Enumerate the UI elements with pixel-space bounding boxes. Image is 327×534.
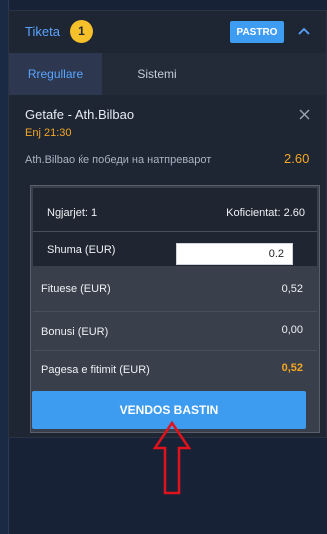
summary-divider <box>33 350 317 351</box>
bonus-label: Bonusi (EUR) <box>41 326 109 338</box>
stake-label: Shuma (EUR) <box>47 244 116 256</box>
match-time: Enj 21:30 <box>25 127 72 139</box>
selection-count-badge: 1 <box>69 19 93 43</box>
clear-button[interactable]: PASTRO <box>230 21 284 43</box>
match-title: Getafe - Ath.Bilbao <box>25 107 135 122</box>
total-coefficient: Koficientat: 2.60 <box>226 207 305 219</box>
chevron-up-icon[interactable] <box>297 25 311 37</box>
betslip-title: Tiketa <box>25 23 60 39</box>
payout-label: Pagesa e fitimit (EUR) <box>41 364 150 376</box>
left-background-strip <box>0 0 8 534</box>
winnings-label: Fituese (EUR) <box>41 283 111 295</box>
bet-summary: Ngjarjet: 1 Koficientat: 2.60 Shuma (EUR… <box>30 185 320 433</box>
stake-input[interactable] <box>176 243 293 265</box>
winnings-value: 0,52 <box>281 283 303 295</box>
arrow-up-icon <box>152 420 192 495</box>
summary-top-box: Ngjarjet: 1 Koficientat: 2.60 Shuma (EUR… <box>33 188 317 266</box>
betslip-panel: Tiketa 1 PASTRO Rregullare Sistemi Getaf… <box>8 10 327 438</box>
tab-system[interactable]: Sistemi <box>102 53 212 95</box>
summary-divider <box>33 231 317 232</box>
close-icon[interactable] <box>299 109 310 120</box>
events-count: Ngjarjet: 1 <box>47 207 98 219</box>
summary-divider <box>33 311 317 312</box>
selection-text: Ath.Bilbao ќе победи на натпреварот <box>25 154 212 166</box>
bonus-value: 0,00 <box>281 324 303 336</box>
selection-odds: 2.60 <box>284 151 310 166</box>
payout-value: 0,52 <box>281 362 303 374</box>
betslip-tabs: Rregullare Sistemi <box>9 53 326 95</box>
tab-single[interactable]: Rregullare <box>9 53 102 95</box>
